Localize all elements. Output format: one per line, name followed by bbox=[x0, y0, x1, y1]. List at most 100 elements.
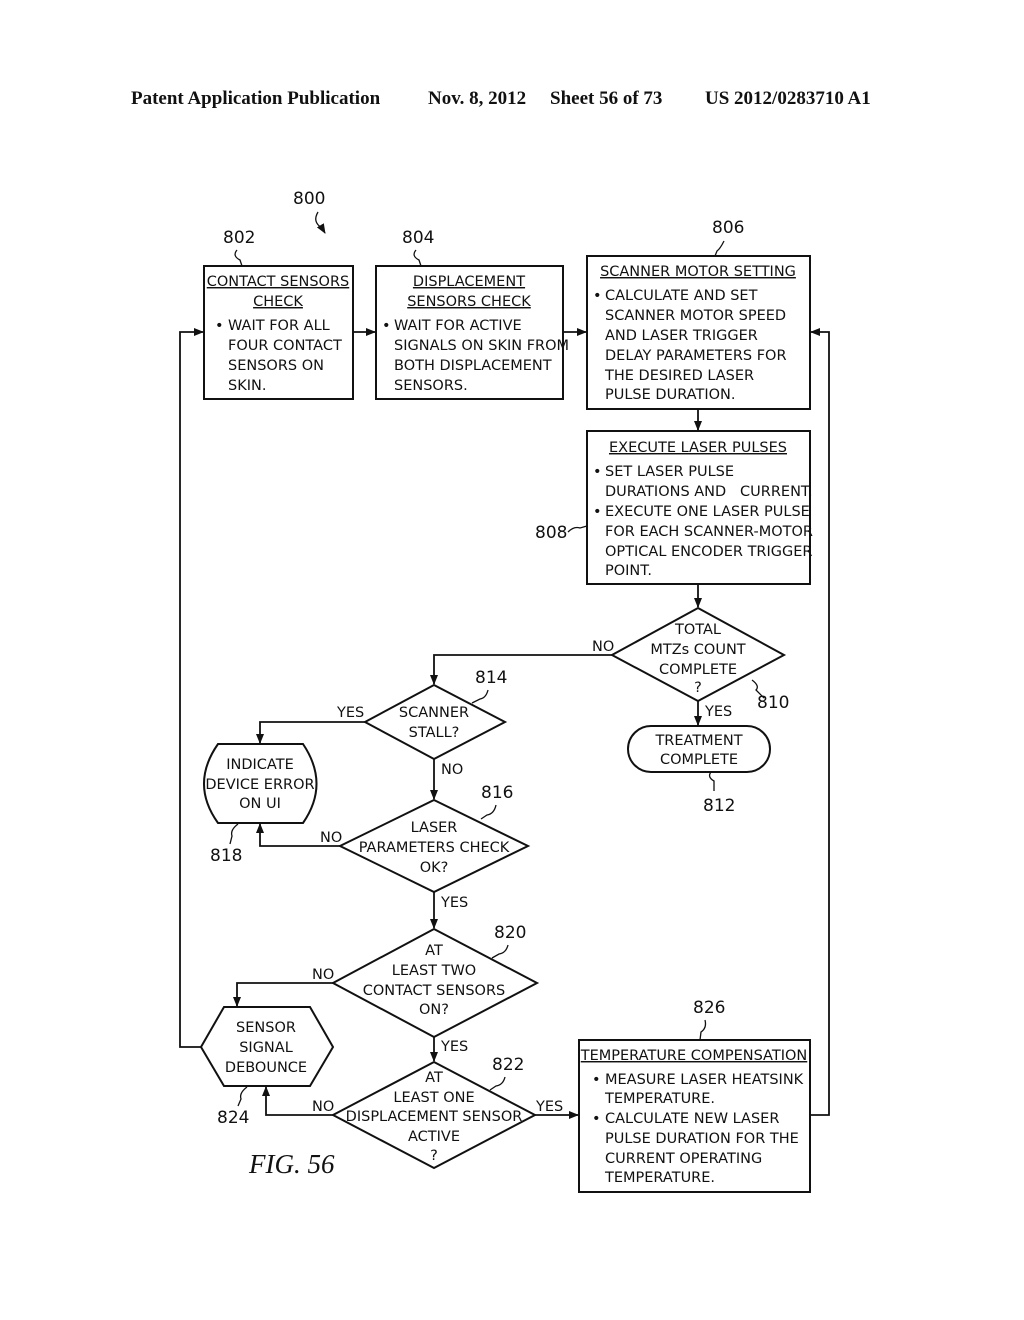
node-802-contact-sensors-check: 802 CONTACT SENSORS CHECK • WAIT FOR ALL… bbox=[203, 228, 354, 400]
node-text: MEASURE LASER HEATSINK bbox=[605, 1072, 804, 1088]
label-yes-822: YES bbox=[535, 1099, 563, 1115]
node-text: CONTACT SENSORS bbox=[363, 983, 505, 999]
node-text: SENSORS ON bbox=[228, 358, 324, 374]
ref-806: 806 bbox=[712, 218, 744, 238]
node-text: COMPLETE bbox=[659, 662, 737, 678]
node-text: OPTICAL ENCODER TRIGGER bbox=[605, 544, 813, 560]
ref-814: 814 bbox=[475, 668, 507, 688]
node-text: SENSORS. bbox=[394, 378, 468, 394]
node-text: TOTAL bbox=[674, 622, 721, 638]
node-820-at-least-two-contact-sensors: AT LEAST TWO CONTACT SENSORS ON? 820 bbox=[330, 923, 540, 1039]
ref-812: 812 bbox=[703, 796, 735, 816]
node-text: ? bbox=[694, 680, 702, 696]
node-text: PARAMETERS CHECK bbox=[359, 840, 510, 856]
node-816-laser-parameters-check: LASER PARAMETERS CHECK OK? 816 bbox=[337, 783, 531, 894]
node-text: TEMPERATURE. bbox=[604, 1170, 715, 1186]
node-812-treatment-complete: TREATMENT COMPLETE 812 bbox=[627, 725, 771, 816]
edge-824-802-loop bbox=[179, 328, 204, 1048]
ref-800: 800 bbox=[293, 189, 325, 209]
node-text: SKIN. bbox=[228, 378, 266, 394]
label-yes-820: YES bbox=[440, 1039, 468, 1055]
node-text: ON UI bbox=[239, 796, 281, 812]
node-806-scanner-motor-setting: 806 SCANNER MOTOR SETTING • CALCULATE AN… bbox=[586, 218, 811, 410]
label-no-822: NO bbox=[312, 1099, 334, 1115]
node-title: CHECK bbox=[253, 294, 303, 310]
node-text: EXECUTE ONE LASER PULSE bbox=[605, 504, 810, 520]
bullet: • bbox=[593, 464, 602, 480]
bullet: • bbox=[593, 504, 602, 520]
node-title: EXECUTE LASER PULSES bbox=[609, 440, 787, 456]
node-title: SCANNER MOTOR SETTING bbox=[600, 264, 796, 280]
node-826-temperature-compensation: 826 TEMPERATURE COMPENSATION • MEASURE L… bbox=[578, 998, 811, 1193]
node-text: PULSE DURATION. bbox=[605, 387, 735, 403]
bullet: • bbox=[382, 318, 391, 334]
node-title: SENSORS CHECK bbox=[407, 294, 531, 310]
bullet: • bbox=[592, 1111, 601, 1127]
node-text: OK? bbox=[420, 860, 449, 876]
edge-820-824-no bbox=[233, 982, 333, 1007]
node-text: ACTIVE bbox=[408, 1129, 460, 1145]
node-text: AND LASER TRIGGER bbox=[605, 328, 758, 344]
node-808-execute-laser-pulses: 808 EXECUTE LASER PULSES • SET LASER PUL… bbox=[535, 430, 813, 585]
node-text: DISPLACEMENT SENSOR bbox=[346, 1109, 523, 1125]
node-text: AT bbox=[425, 1070, 443, 1086]
node-text: TEMPERATURE. bbox=[604, 1091, 715, 1107]
bullet: • bbox=[215, 318, 224, 334]
figure-label: FIG. 56 bbox=[248, 1149, 335, 1179]
label-no-810: NO bbox=[592, 639, 614, 655]
node-title: CONTACT SENSORS bbox=[207, 274, 349, 290]
node-text: CALCULATE AND SET bbox=[605, 288, 758, 304]
label-no-820: NO bbox=[312, 967, 334, 983]
node-text: CURRENT OPERATING bbox=[605, 1151, 762, 1167]
node-text: SIGNAL bbox=[239, 1040, 293, 1056]
bullet: • bbox=[593, 288, 602, 304]
label-yes-816: YES bbox=[440, 895, 468, 911]
ref-800-arrow bbox=[315, 211, 326, 234]
node-text: ? bbox=[430, 1148, 438, 1164]
ref-822: 822 bbox=[492, 1055, 524, 1075]
node-text: COMPLETE bbox=[660, 752, 738, 768]
edge-826-806-loop bbox=[810, 328, 830, 1116]
ref-820: 820 bbox=[494, 923, 526, 943]
node-text: MTZs COUNT bbox=[650, 642, 745, 658]
ref-818: 818 bbox=[210, 846, 242, 866]
node-text: WAIT FOR ALL bbox=[228, 318, 330, 334]
node-text: DURATIONS AND CURRENT. bbox=[605, 484, 813, 500]
node-810-total-mtzs-count-complete: TOTAL MTZs COUNT COMPLETE ? 810 bbox=[609, 606, 789, 713]
label-yes-810: YES bbox=[704, 704, 732, 720]
node-text: SIGNALS ON SKIN FROM bbox=[394, 338, 569, 354]
node-822-at-least-one-displacement-sensor: AT LEAST ONE DISPLACEMENT SENSOR ACTIVE … bbox=[330, 1055, 538, 1170]
node-text: CALCULATE NEW LASER bbox=[605, 1111, 779, 1127]
node-text: BOTH DISPLACEMENT bbox=[394, 358, 552, 374]
node-text: PULSE DURATION FOR THE bbox=[605, 1131, 799, 1147]
node-text: DELAY PARAMETERS FOR bbox=[605, 348, 787, 364]
node-text: LASER bbox=[411, 820, 458, 836]
node-text: INDICATE bbox=[226, 757, 294, 773]
ref-826: 826 bbox=[693, 998, 725, 1018]
edge-814-818-yes bbox=[256, 721, 365, 744]
node-text: ON? bbox=[419, 1002, 449, 1018]
node-title: TEMPERATURE COMPENSATION bbox=[580, 1048, 808, 1064]
node-text: SET LASER PULSE bbox=[605, 464, 734, 480]
node-text: DEVICE ERROR bbox=[205, 777, 314, 793]
node-title: DISPLACEMENT bbox=[413, 274, 525, 290]
node-804-displacement-sensors-check: 804 DISPLACEMENT SENSORS CHECK • WAIT FO… bbox=[375, 228, 569, 400]
label-yes-814: YES bbox=[336, 705, 364, 721]
node-text: SENSOR bbox=[236, 1020, 296, 1036]
label-no-816: NO bbox=[320, 830, 342, 846]
node-text: LEAST TWO bbox=[392, 963, 476, 979]
node-text: THE DESIRED LASER bbox=[604, 368, 754, 384]
node-818-indicate-device-error: INDICATE DEVICE ERROR ON UI 818 bbox=[203, 743, 318, 866]
node-text: DEBOUNCE bbox=[225, 1060, 307, 1076]
ref-816: 816 bbox=[481, 783, 513, 803]
ref-802: 802 bbox=[223, 228, 255, 248]
ref-824: 824 bbox=[217, 1108, 249, 1128]
node-text: LEAST ONE bbox=[393, 1090, 474, 1106]
ref-808: 808 bbox=[535, 523, 567, 543]
node-text: WAIT FOR ACTIVE bbox=[394, 318, 522, 334]
ref-804: 804 bbox=[402, 228, 434, 248]
node-text: SCANNER MOTOR SPEED bbox=[605, 308, 786, 324]
node-814-scanner-stall: SCANNER STALL? 814 bbox=[362, 668, 507, 761]
label-no-814: NO bbox=[441, 762, 463, 778]
flowchart: 800 802 CONTACT SENSORS CHECK • WAIT FOR… bbox=[179, 189, 830, 1193]
